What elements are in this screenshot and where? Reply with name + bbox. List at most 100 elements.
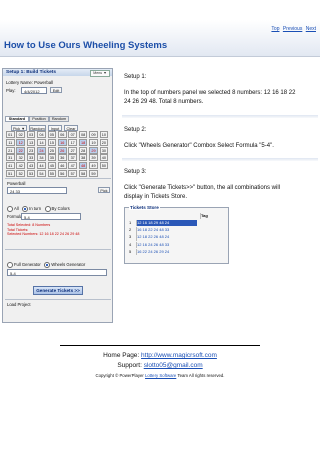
number-cell[interactable]: 03 [26,131,36,138]
number-cell[interactable]: 13 [26,138,36,146]
ticket-row[interactable]: 2 16 18 22 24 48 33 [128,227,226,234]
number-cell[interactable]: 09 [89,131,98,138]
number-cell[interactable]: 54 [37,170,46,177]
number-cell[interactable]: 08 [78,131,88,138]
number-cell[interactable]: 19 [89,138,98,146]
radio-in-turn[interactable] [22,206,29,212]
lottery-software-link[interactable]: Lottery Software [145,373,176,378]
number-cell[interactable]: 05 [47,131,57,138]
number-cell[interactable]: 45 [47,162,57,170]
radio-full-generator[interactable] [7,262,13,268]
number-cell[interactable]: 11 [6,138,15,146]
number-cell[interactable]: 34 [37,154,46,162]
number-cell[interactable]: 28 [78,146,88,154]
mode-tabs: Standard Position Random [5,116,111,122]
step-3-text-line2: display in Tickets Store. [124,194,188,200]
number-cell[interactable]: 18 [78,138,88,146]
number-cell[interactable]: 02 [16,131,25,138]
number-cell[interactable]: 57 [68,170,77,177]
number-cell[interactable]: 01 [6,131,15,138]
number-cell[interactable]: 39 [89,154,98,162]
number-cell[interactable]: 29 [89,146,98,154]
tab-standard[interactable]: Standard [5,116,29,122]
ticket-numbers: 12 16 24 26 48 33 [137,241,170,247]
number-cell[interactable]: 22 [16,146,25,154]
number-cell[interactable]: 51 [6,170,15,177]
previous-link[interactable]: Previous [283,26,302,32]
generate-tickets-button[interactable]: Generate Tickets >> [33,286,83,295]
home-page-link[interactable]: http://www.magicrsoft.com [141,352,217,359]
number-cell[interactable]: 50 [99,162,109,170]
number-cell[interactable]: 58 [78,170,88,177]
number-cell[interactable]: 24 [37,146,46,154]
number-cell[interactable]: 47 [68,162,77,170]
top-nav-links: Top Previous Next [269,26,316,32]
order-options: All In turn By Colors [7,206,70,212]
number-cell[interactable]: 17 [68,138,77,146]
number-cell[interactable]: 41 [6,162,15,170]
number-cell[interactable]: 15 [47,138,57,146]
number-cell[interactable]: 38 [78,154,88,162]
date-field[interactable]: 4/4/2012 [21,87,47,94]
wheels-formula-select[interactable]: 5-4 [7,269,107,276]
tab-position[interactable]: Position [29,116,49,122]
number-cell[interactable]: 26 [58,146,67,154]
tab-random[interactable]: Random [49,116,69,122]
number-cell[interactable]: 56 [58,170,67,177]
radio-wheels-generator[interactable] [44,262,51,268]
number-cell[interactable]: 04 [37,131,46,138]
number-cell[interactable]: 32 [16,154,25,162]
number-cell[interactable]: 43 [26,162,36,170]
menu-button[interactable]: Menu ▼ [90,70,110,77]
number-cell[interactable]: 49 [89,162,98,170]
radio-by-colors[interactable] [44,206,51,212]
tickets-store-title: Tickets Store [129,205,160,210]
support-email-link[interactable]: slotto05@gmail.com [144,362,203,369]
copyright-line: Copyright © PowerPlayer Lottery Software… [95,373,225,378]
number-cell[interactable]: 35 [47,154,57,162]
powerball-field[interactable]: 24 33 [7,187,67,194]
ticket-row[interactable]: 3 12 18 22 26 48 24 [128,234,226,241]
ticket-row[interactable]: 5 16 22 24 26 29 24 [128,248,226,256]
number-cell[interactable]: 06 [58,131,67,138]
number-cell[interactable]: 14 [37,138,46,146]
number-cell[interactable]: 48 [78,162,88,170]
number-cell[interactable]: 53 [26,170,36,177]
ticket-row[interactable]: 1 12 16 18 29 48 24 [128,220,226,227]
edit-button[interactable]: Edit [50,87,62,93]
tickets-header-row: Tag [128,213,226,220]
top-link[interactable]: Top [271,26,279,32]
number-cell[interactable]: 20 [99,138,109,146]
ticket-numbers: 16 18 22 24 48 33 [137,227,170,233]
number-cell[interactable]: 40 [99,154,109,162]
number-cell[interactable]: 33 [26,154,36,162]
number-cell[interactable]: 07 [68,131,77,138]
number-cell[interactable]: 36 [58,154,67,162]
formula-select[interactable]: 5-4 [21,213,81,220]
number-cell[interactable]: 12 [16,138,25,146]
number-cell[interactable]: 30 [99,146,109,154]
powerball-pick-button[interactable]: Pick [98,187,110,193]
number-cell[interactable]: 21 [6,146,15,154]
load-project-link[interactable]: Load Project [7,302,31,307]
number-cell[interactable]: 27 [68,146,77,154]
number-cell[interactable]: 25 [47,146,57,154]
next-link[interactable]: Next [306,26,316,32]
divider [5,249,111,250]
number-cell[interactable]: 37 [68,154,77,162]
step-3-title: Setup 3: [124,169,147,175]
number-cell[interactable]: 16 [58,138,67,146]
number-cell[interactable]: 46 [58,162,67,170]
ticket-row[interactable]: 4 12 16 24 26 48 33 [128,241,226,248]
number-cell[interactable]: 44 [37,162,46,170]
number-cell[interactable]: 31 [6,154,15,162]
radio-all[interactable] [7,206,13,212]
number-cell[interactable]: 55 [47,170,57,177]
number-cell[interactable]: 10 [99,131,109,138]
ticket-numbers: 12 16 18 29 48 24 [137,220,197,227]
number-cell[interactable]: 42 [16,162,25,170]
number-cell[interactable]: 23 [26,146,36,154]
number-cell[interactable]: 52 [16,170,25,177]
footer-divider [60,345,260,346]
number-cell[interactable]: 59 [89,170,98,177]
